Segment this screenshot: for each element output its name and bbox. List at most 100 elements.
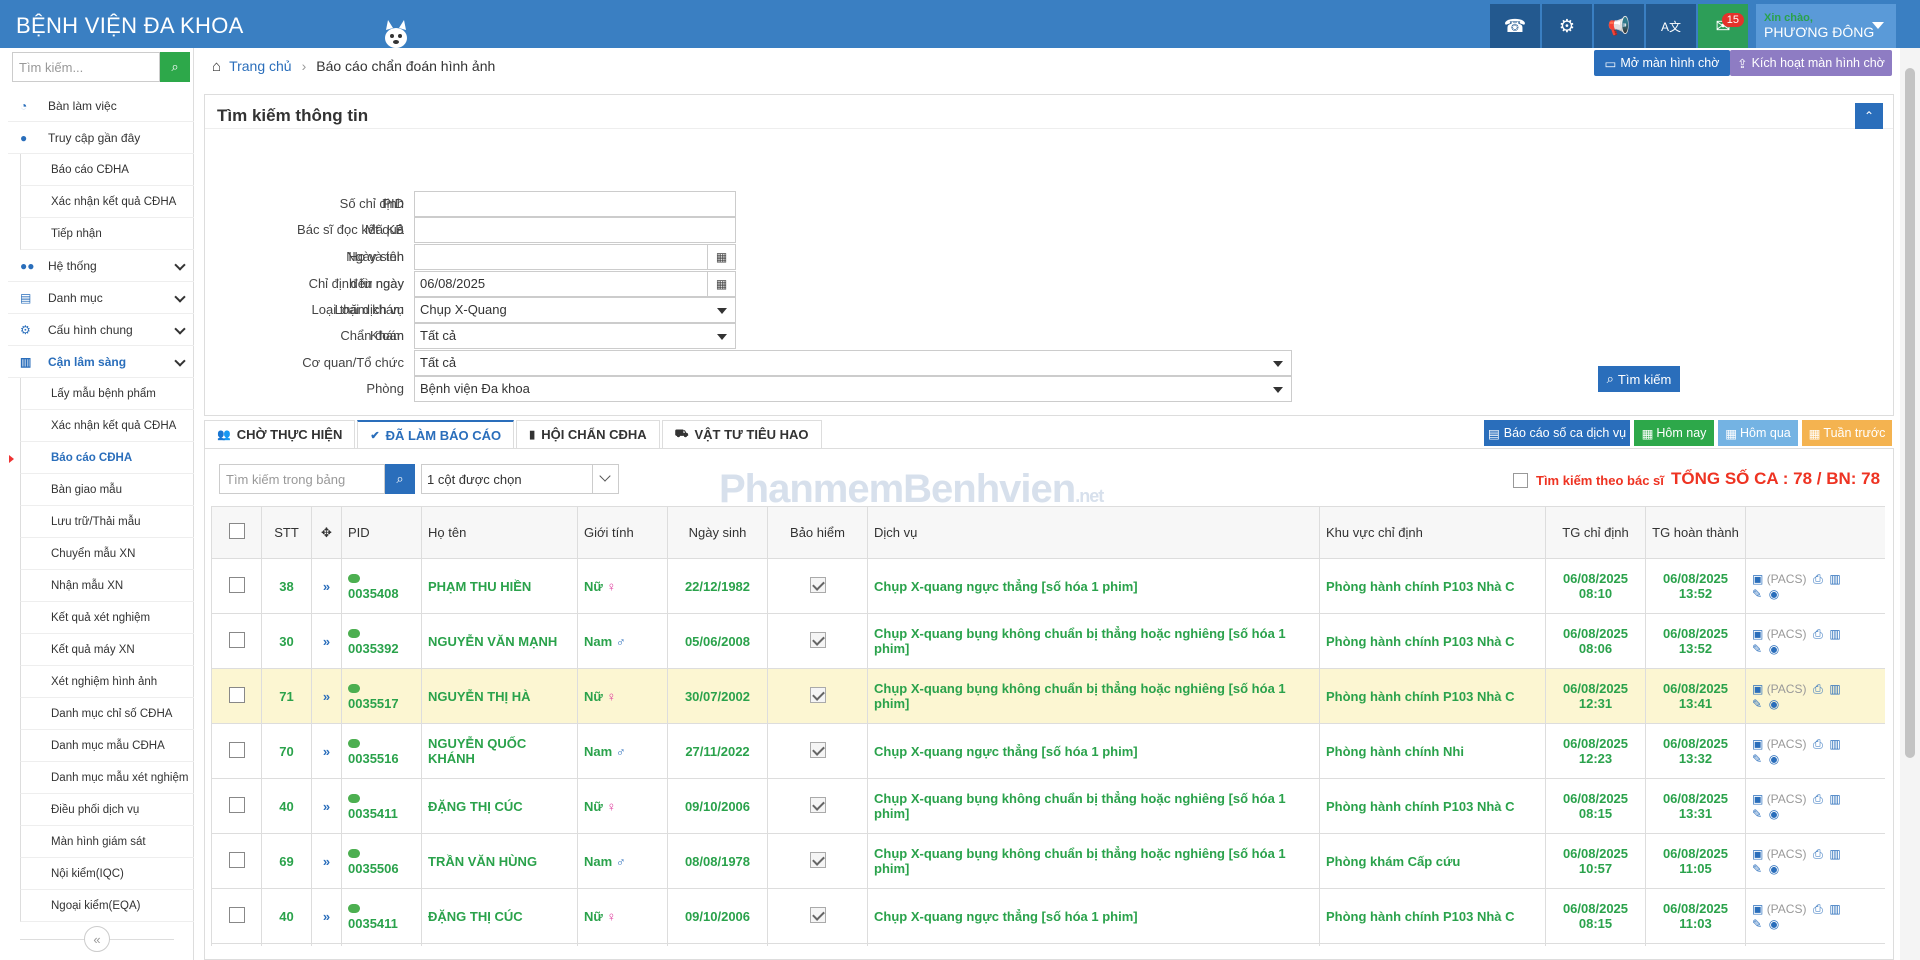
comment-icon[interactable] bbox=[348, 794, 360, 803]
image-icon[interactable]: ▣ bbox=[1752, 847, 1763, 861]
header-done-time[interactable]: TG hoàn thành bbox=[1645, 506, 1746, 559]
table-search-input[interactable]: Tìm kiếm trong bảng bbox=[219, 464, 385, 494]
row-checkbox[interactable] bbox=[228, 631, 245, 648]
breadcrumb-home[interactable]: Trang chủ bbox=[229, 58, 292, 74]
book-icon[interactable]: ▥ bbox=[1829, 847, 1840, 861]
sidebar-item[interactable]: ●● Hệ thống bbox=[8, 250, 194, 282]
sidebar-item[interactable]: Báo cáo CĐHA bbox=[9, 442, 194, 474]
image-icon[interactable]: ▣ bbox=[1752, 737, 1763, 751]
expand-icon[interactable]: » bbox=[311, 778, 342, 834]
edit-icon[interactable]: ✎ bbox=[1752, 917, 1762, 931]
book-icon[interactable]: ▥ bbox=[1829, 792, 1840, 806]
phone-icon[interactable]: ☎ bbox=[1490, 4, 1540, 48]
user-menu[interactable]: Xin chào, PHƯƠNG ĐÔNG bbox=[1756, 4, 1896, 48]
sidebar-item[interactable]: Kết quả máy XN bbox=[20, 634, 194, 666]
sidebar-item[interactable]: Danh mục mẫu CĐHA bbox=[20, 730, 194, 762]
select-all-checkbox[interactable] bbox=[228, 523, 245, 539]
sidebar-item[interactable]: ⚙ Cấu hình chung bbox=[8, 314, 194, 346]
header-service[interactable]: Dịch vụ bbox=[867, 506, 1320, 559]
header-insurance[interactable]: Bảo hiểm bbox=[767, 506, 868, 559]
table-row[interactable]: 40» 0035411 ĐẶNG THỊ CÚC Nữ ♀ 09/10/2006 Chụp… bbox=[211, 778, 1885, 834]
activate-waiting-screen-button[interactable]: ⇪ Kích hoạt màn hình chờ bbox=[1730, 50, 1892, 76]
pacs-link[interactable]: (PACS) bbox=[1767, 902, 1807, 916]
open-waiting-screen-button[interactable]: ▭ Mở màn hình chờ bbox=[1594, 50, 1730, 76]
pacs-link[interactable]: (PACS) bbox=[1767, 627, 1807, 641]
sidebar-item[interactable]: ◔ Bàn làm việc bbox=[8, 90, 194, 122]
sidebar-item[interactable]: Xét nghiệm hình ảnh bbox=[20, 666, 194, 698]
megaphone-icon[interactable]: 📢 bbox=[1594, 4, 1644, 48]
tab[interactable]: ⛟ VẬT TƯ TIÊU HAO bbox=[661, 420, 822, 448]
search-icon[interactable]: ⌕ bbox=[160, 52, 190, 82]
sidebar-search-input[interactable]: Tìm kiếm... bbox=[12, 52, 160, 82]
image-icon[interactable]: ▣ bbox=[1752, 902, 1763, 916]
comment-icon[interactable] bbox=[348, 629, 360, 638]
sidebar-item[interactable]: Kết quả xét nghiệm bbox=[20, 602, 194, 634]
tab[interactable]: ✔ ĐÃ LÀM BÁO CÁO bbox=[357, 420, 515, 448]
sidebar-item[interactable]: Danh mục mẫu xét nghiệm bbox=[20, 762, 194, 794]
print-icon[interactable]: ⎙ bbox=[1813, 847, 1823, 861]
search-by-doctor-checkbox[interactable]: Tìm kiếm theo bác sĩ bbox=[1513, 473, 1664, 488]
expand-icon[interactable] bbox=[311, 943, 342, 946]
row-checkbox[interactable] bbox=[228, 686, 245, 703]
input-so-chi-dinh[interactable] bbox=[414, 191, 736, 217]
image-icon[interactable]: ▣ bbox=[1752, 627, 1763, 641]
sidebar-item[interactable]: Điều phối dịch vụ bbox=[20, 794, 194, 826]
report-by-service-button[interactable]: ▤ Báo cáo số ca dịch vụ bbox=[1484, 420, 1630, 446]
checkbox[interactable] bbox=[1513, 473, 1528, 488]
row-checkbox[interactable] bbox=[228, 851, 245, 868]
sidebar-item[interactable]: Lấy mẫu bệnh phẩm bbox=[20, 378, 194, 410]
select-phong[interactable]: Bệnh viện Đa khoa bbox=[414, 376, 1292, 402]
sidebar-item[interactable]: Danh mục chỉ số CĐHA bbox=[20, 698, 194, 730]
row-checkbox[interactable] bbox=[228, 741, 245, 758]
row-checkbox[interactable] bbox=[228, 796, 245, 813]
eye-icon[interactable]: ◉ bbox=[1769, 587, 1779, 601]
pacs-link[interactable]: (PACS) bbox=[1767, 792, 1807, 806]
print-icon[interactable]: ⎙ bbox=[1813, 572, 1823, 586]
expand-icon[interactable]: » bbox=[311, 723, 342, 779]
expand-icon[interactable]: » bbox=[311, 888, 342, 944]
select-co-quan[interactable]: Tất cả bbox=[414, 350, 1292, 376]
header-pid[interactable]: PID bbox=[341, 506, 422, 559]
print-icon[interactable]: ⎙ bbox=[1813, 682, 1823, 696]
pacs-link[interactable]: (PACS) bbox=[1767, 682, 1807, 696]
tab[interactable]: ▮ HỘI CHẨN CĐHA bbox=[516, 420, 660, 448]
search-icon[interactable]: ⌕ bbox=[385, 464, 415, 494]
eye-icon[interactable]: ◉ bbox=[1769, 642, 1779, 656]
edit-icon[interactable]: ✎ bbox=[1752, 642, 1762, 656]
edit-icon[interactable]: ✎ bbox=[1752, 807, 1762, 821]
header-dob[interactable]: Ngày sinh bbox=[667, 506, 768, 559]
last-week-button[interactable]: ▦ Tuần trước bbox=[1802, 420, 1892, 446]
edit-icon[interactable]: ✎ bbox=[1752, 587, 1762, 601]
print-icon[interactable]: ⎙ bbox=[1813, 737, 1823, 751]
pacs-link[interactable]: (PACS) bbox=[1767, 737, 1807, 751]
sidebar-item[interactable]: Báo cáo CĐHA bbox=[20, 154, 194, 186]
print-icon[interactable]: ⎙ bbox=[1813, 902, 1823, 916]
eye-icon[interactable]: ◉ bbox=[1769, 862, 1779, 876]
eye-icon[interactable]: ◉ bbox=[1769, 752, 1779, 766]
column-select[interactable]: 1 cột được chọn bbox=[421, 464, 619, 494]
table-row[interactable]: 71» 0035517 NGUYỄN THỊ HÀ Nữ ♀ 30/07/2002 Chụ… bbox=[211, 668, 1885, 724]
eye-icon[interactable]: ◉ bbox=[1769, 697, 1779, 711]
collapse-panel-icon[interactable]: ⌃ bbox=[1855, 103, 1883, 129]
comment-icon[interactable] bbox=[348, 684, 360, 693]
table-row[interactable]: 40» 0035411 ĐẶNG THỊ CÚC Nữ ♀ 09/10/2006 Chụp… bbox=[211, 888, 1885, 944]
today-button[interactable]: ▦ Hôm nay bbox=[1634, 420, 1714, 446]
row-checkbox[interactable] bbox=[228, 576, 245, 593]
scrollbar-thumb[interactable] bbox=[1905, 68, 1915, 758]
table-row[interactable]: 69» 0035506 TRẦN VĂN HÙNG Nam ♂ 08/08/1978 Ch… bbox=[211, 833, 1885, 889]
collapse-sidebar-icon[interactable]: « bbox=[84, 926, 110, 952]
book-icon[interactable]: ▥ bbox=[1829, 737, 1840, 751]
edit-icon[interactable]: ✎ bbox=[1752, 752, 1762, 766]
expand-icon[interactable]: » bbox=[311, 833, 342, 889]
sidebar-item[interactable]: Bàn giao mẫu bbox=[20, 474, 194, 506]
sidebar-item[interactable]: ● Truy cập gần đây bbox=[8, 122, 194, 154]
tab[interactable]: 👥 CHỜ THỰC HIỆN bbox=[204, 420, 356, 448]
sidebar-item[interactable]: ▤ Danh mục bbox=[8, 282, 194, 314]
book-icon[interactable]: ▥ bbox=[1829, 572, 1840, 586]
edit-icon[interactable]: ✎ bbox=[1752, 697, 1762, 711]
table-row[interactable]: 38» 0035408 PHẠM THU HIỀN Nữ ♀ 22/12/1982 Chụ… bbox=[211, 558, 1885, 614]
select-kham[interactable]: Tất cả bbox=[414, 323, 736, 349]
image-icon[interactable]: ▣ bbox=[1752, 572, 1763, 586]
header-name[interactable]: Họ tên bbox=[421, 506, 578, 559]
comment-icon[interactable] bbox=[348, 849, 360, 858]
